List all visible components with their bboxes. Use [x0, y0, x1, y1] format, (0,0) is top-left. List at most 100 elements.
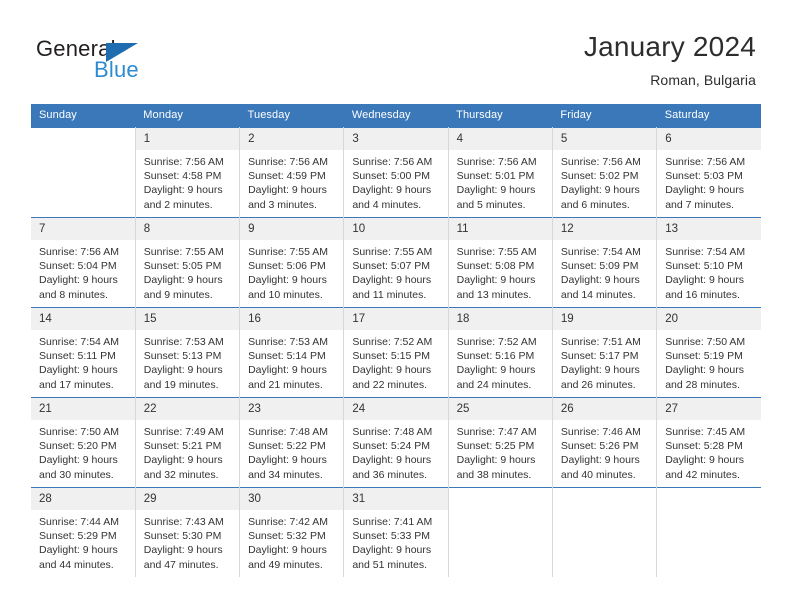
calendar-body: 1 Sunrise: 7:56 AM Sunset: 4:58 PM Daylight… — [31, 127, 761, 577]
sunset-text: Sunset: 5:26 PM — [560, 440, 639, 453]
sunrise-text: Sunrise: 7:55 AM — [143, 246, 224, 258]
day-details: Sunrise: 7:55 AM Sunset: 5:06 PM Daylight:… — [240, 240, 343, 302]
calendar-day-cell[interactable]: 4 Sunrise: 7:56 AM Sunset: 5:01 PM Daylight… — [448, 127, 553, 218]
calendar-day-cell[interactable]: 8 Sunrise: 7:55 AM Sunset: 5:05 PM Daylight… — [135, 217, 241, 308]
sunrise-text: Sunrise: 7:52 AM — [456, 336, 537, 348]
calendar-day-cell[interactable]: 6 Sunrise: 7:56 AM Sunset: 5:03 PM Daylight… — [656, 127, 761, 218]
day-number: 29 — [135, 488, 240, 510]
day-number: 9 — [240, 218, 344, 240]
day-details: Sunrise: 7:55 AM Sunset: 5:05 PM Daylight:… — [136, 240, 239, 302]
daylight-text-line2: and 9 minutes. — [143, 288, 213, 301]
sunrise-text: Sunrise: 7:48 AM — [248, 426, 329, 438]
day-details: Sunrise: 7:48 AM Sunset: 5:22 PM Daylight:… — [240, 420, 343, 482]
day-details: Sunrise: 7:56 AM Sunset: 5:01 PM Daylight:… — [449, 150, 552, 212]
sunset-text: Sunset: 5:01 PM — [456, 170, 535, 183]
calendar-day-cell[interactable]: 13 Sunrise: 7:54 AM Sunset: 5:10 PM Dayligh… — [656, 217, 761, 308]
daylight-text-line2: and 2 minutes. — [143, 198, 213, 211]
daylight-text-line2: and 28 minutes. — [665, 378, 740, 391]
general-blue-logo[interactable]: General Blue — [36, 36, 276, 84]
sunrise-text: Sunrise: 7:56 AM — [143, 156, 224, 168]
sunrise-text: Sunrise: 7:43 AM — [143, 516, 224, 528]
daylight-text-line2: and 7 minutes. — [665, 198, 735, 211]
daylight-text-line1: Daylight: 9 hours — [143, 454, 223, 467]
calendar-day-cell[interactable]: 24 Sunrise: 7:48 AM Sunset: 5:24 PM Dayligh… — [343, 397, 449, 488]
day-number: 28 — [31, 488, 135, 510]
day-details: Sunrise: 7:44 AM Sunset: 5:29 PM Daylight:… — [31, 510, 135, 572]
calendar-day-cell-empty — [448, 487, 553, 577]
daylight-text-line2: and 13 minutes. — [456, 288, 532, 301]
day-details: Sunrise: 7:43 AM Sunset: 5:30 PM Daylight:… — [136, 510, 239, 572]
calendar-day-cell[interactable]: 17 Sunrise: 7:52 AM Sunset: 5:15 PM Dayligh… — [343, 307, 449, 398]
calendar-day-cell[interactable]: 23 Sunrise: 7:48 AM Sunset: 5:22 PM Dayligh… — [239, 397, 345, 488]
calendar-day-cell[interactable]: 7 Sunrise: 7:56 AM Sunset: 5:04 PM Daylight… — [31, 217, 136, 308]
daylight-text-line1: Daylight: 9 hours — [352, 364, 432, 377]
calendar-day-cell[interactable]: 25 Sunrise: 7:47 AM Sunset: 5:25 PM Dayligh… — [448, 397, 553, 488]
daylight-text-line2: and 44 minutes. — [39, 558, 114, 571]
calendar-day-cell[interactable]: 16 Sunrise: 7:53 AM Sunset: 5:14 PM Dayligh… — [239, 307, 345, 398]
sunrise-text: Sunrise: 7:56 AM — [352, 156, 433, 168]
daylight-text-line1: Daylight: 9 hours — [248, 454, 327, 467]
day-details: Sunrise: 7:52 AM Sunset: 5:15 PM Daylight:… — [344, 330, 447, 392]
calendar-page: General Blue January 2024 Roman, Bulgari… — [0, 0, 792, 612]
daylight-text-line2: and 22 minutes. — [352, 378, 428, 391]
sunrise-text: Sunrise: 7:42 AM — [248, 516, 329, 528]
calendar-day-cell[interactable]: 11 Sunrise: 7:55 AM Sunset: 5:08 PM Dayligh… — [448, 217, 553, 308]
daylight-text-line1: Daylight: 9 hours — [456, 454, 536, 467]
calendar-day-cell[interactable]: 14 Sunrise: 7:54 AM Sunset: 5:11 PM Dayligh… — [31, 307, 136, 398]
sunrise-text: Sunrise: 7:54 AM — [665, 246, 746, 258]
calendar-day-cell[interactable]: 2 Sunrise: 7:56 AM Sunset: 4:59 PM Daylight… — [239, 127, 345, 218]
calendar-day-cell[interactable]: 9 Sunrise: 7:55 AM Sunset: 5:06 PM Daylight… — [239, 217, 345, 308]
calendar-day-cell[interactable]: 31 Sunrise: 7:41 AM Sunset: 5:33 PM Dayligh… — [343, 487, 449, 577]
sunrise-text: Sunrise: 7:55 AM — [352, 246, 433, 258]
sunset-text: Sunset: 5:08 PM — [456, 260, 535, 273]
day-number: 8 — [135, 218, 240, 240]
calendar-day-cell[interactable]: 30 Sunrise: 7:42 AM Sunset: 5:32 PM Dayligh… — [239, 487, 345, 577]
day-number — [31, 128, 135, 150]
sunset-text: Sunset: 5:29 PM — [39, 530, 117, 543]
daylight-text-line1: Daylight: 9 hours — [665, 454, 744, 467]
day-number: 27 — [657, 398, 761, 420]
day-details: Sunrise: 7:49 AM Sunset: 5:21 PM Daylight:… — [136, 420, 239, 482]
daylight-text-line1: Daylight: 9 hours — [352, 544, 432, 557]
day-details: Sunrise: 7:51 AM Sunset: 5:17 PM Daylight:… — [553, 330, 656, 392]
day-number: 14 — [31, 308, 135, 330]
day-number: 5 — [552, 128, 657, 150]
calendar-day-cell[interactable]: 12 Sunrise: 7:54 AM Sunset: 5:09 PM Dayligh… — [552, 217, 658, 308]
daylight-text-line1: Daylight: 9 hours — [39, 364, 118, 377]
calendar-day-cell[interactable]: 26 Sunrise: 7:46 AM Sunset: 5:26 PM Dayligh… — [552, 397, 658, 488]
calendar-day-cell[interactable]: 3 Sunrise: 7:56 AM Sunset: 5:00 PM Daylight… — [343, 127, 449, 218]
calendar-day-cell[interactable]: 18 Sunrise: 7:52 AM Sunset: 5:16 PM Dayligh… — [448, 307, 553, 398]
sunrise-text: Sunrise: 7:54 AM — [39, 336, 119, 348]
daylight-text-line2: and 6 minutes. — [560, 198, 630, 211]
sunrise-text: Sunrise: 7:52 AM — [352, 336, 433, 348]
calendar-day-cell[interactable]: 28 Sunrise: 7:44 AM Sunset: 5:29 PM Dayligh… — [31, 487, 136, 577]
sunset-text: Sunset: 5:15 PM — [352, 350, 430, 363]
calendar-day-cell[interactable]: 29 Sunrise: 7:43 AM Sunset: 5:30 PM Dayligh… — [135, 487, 241, 577]
daylight-text-line2: and 3 minutes. — [248, 198, 317, 211]
calendar-day-cell[interactable]: 20 Sunrise: 7:50 AM Sunset: 5:19 PM Dayligh… — [656, 307, 761, 398]
calendar-day-cell[interactable]: 15 Sunrise: 7:53 AM Sunset: 5:13 PM Dayligh… — [135, 307, 241, 398]
sunset-text: Sunset: 5:20 PM — [39, 440, 117, 453]
daylight-text-line1: Daylight: 9 hours — [456, 364, 536, 377]
calendar-day-cell[interactable]: 19 Sunrise: 7:51 AM Sunset: 5:17 PM Dayligh… — [552, 307, 658, 398]
sunset-text: Sunset: 5:04 PM — [39, 260, 117, 273]
sunset-text: Sunset: 5:10 PM — [665, 260, 743, 273]
calendar-week-row: 14 Sunrise: 7:54 AM Sunset: 5:11 PM Dayligh… — [31, 307, 761, 398]
daylight-text-line1: Daylight: 9 hours — [560, 454, 640, 467]
sunrise-text: Sunrise: 7:45 AM — [665, 426, 746, 438]
sunset-text: Sunset: 5:22 PM — [248, 440, 326, 453]
calendar-week-row: 28 Sunrise: 7:44 AM Sunset: 5:29 PM Dayligh… — [31, 487, 761, 577]
day-details: Sunrise: 7:52 AM Sunset: 5:16 PM Daylight:… — [449, 330, 552, 392]
calendar-day-cell[interactable]: 1 Sunrise: 7:56 AM Sunset: 4:58 PM Daylight… — [135, 127, 241, 218]
calendar-day-cell[interactable]: 10 Sunrise: 7:55 AM Sunset: 5:07 PM Dayligh… — [343, 217, 449, 308]
day-number: 18 — [448, 308, 552, 330]
day-details: Sunrise: 7:46 AM Sunset: 5:26 PM Daylight:… — [553, 420, 656, 482]
sunset-text: Sunset: 5:33 PM — [352, 530, 430, 543]
sunrise-text: Sunrise: 7:56 AM — [39, 246, 119, 258]
calendar-day-cell[interactable]: 5 Sunrise: 7:56 AM Sunset: 5:02 PM Daylight… — [552, 127, 658, 218]
calendar-day-cell[interactable]: 22 Sunrise: 7:49 AM Sunset: 5:21 PM Dayligh… — [135, 397, 241, 488]
sunrise-text: Sunrise: 7:56 AM — [456, 156, 537, 168]
calendar-day-cell[interactable]: 21 Sunrise: 7:50 AM Sunset: 5:20 PM Dayligh… — [31, 397, 136, 488]
weekday-header-wednesday: Wednesday — [343, 104, 449, 128]
calendar-day-cell[interactable]: 27 Sunrise: 7:45 AM Sunset: 5:28 PM Dayligh… — [656, 397, 761, 488]
